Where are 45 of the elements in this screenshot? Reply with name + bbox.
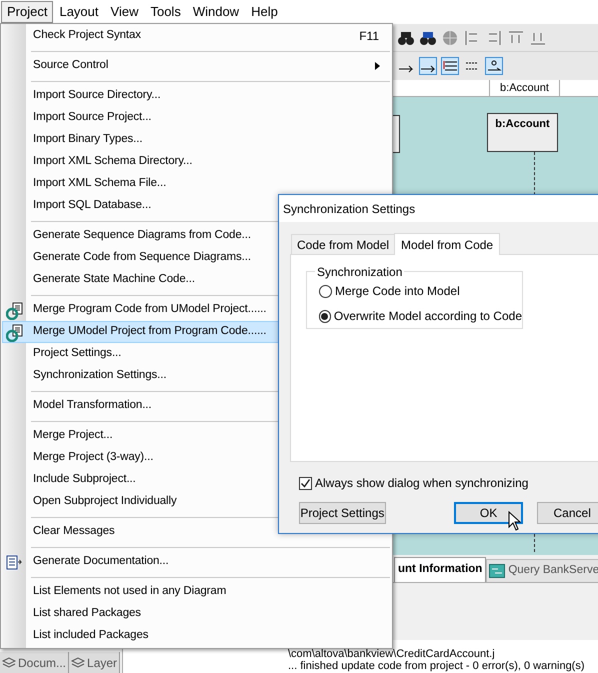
menu-bar-item[interactable]: Project (1, 1, 54, 23)
submenu-arrow-icon (375, 62, 380, 70)
merge-icon (6, 302, 24, 320)
menu-item[interactable]: Generate Documentation... (2, 551, 391, 573)
menu-item[interactable]: Import Source Project... (2, 107, 391, 129)
menu-bar-item[interactable]: Layout (53, 1, 105, 23)
document-icon (6, 555, 24, 571)
layers-icon (71, 656, 86, 670)
menu-item[interactable]: Import XML Schema Directory... (2, 151, 391, 173)
menu-bar-item[interactable]: Window (186, 1, 246, 23)
radio-button[interactable] (319, 284, 332, 298)
menu-item[interactable]: Import XML Schema File... (2, 173, 391, 195)
mouse-cursor-icon (508, 511, 521, 531)
menu-item[interactable]: List included Packages (2, 625, 391, 647)
radio-label: Merge Code into Model (335, 283, 460, 300)
menu-item[interactable]: Import Binary Types... (2, 129, 391, 151)
dialog-title: Synchronization Settings (279, 195, 598, 222)
layers-icon (2, 656, 16, 670)
checkbox[interactable] (299, 476, 312, 490)
document-tab[interactable]: unt Information (394, 557, 486, 582)
lifeline-box[interactable]: b:Account (487, 113, 558, 152)
dialog-button[interactable]: OK (454, 502, 524, 524)
menu-bar-item[interactable]: Tools (144, 1, 187, 23)
menu-bar-item[interactable]: View (104, 1, 144, 23)
message-line: ... finished update code from project - 0 error(s), 0 warning(s) (288, 660, 585, 672)
panel-tab[interactable]: Layer (69, 652, 120, 673)
panel-tab[interactable]: Docum... (0, 652, 70, 673)
arrows-icon[interactable] (441, 57, 459, 75)
menu-item[interactable]: List Elements not used in any Diagram (2, 581, 391, 603)
lifeline-header: b:Account (490, 80, 560, 96)
menu-item[interactable]: Source Control (2, 55, 391, 77)
dialog-tab[interactable]: Model from Code (394, 233, 500, 255)
dialog-button[interactable]: Cancel (537, 502, 598, 524)
diagram-icon (489, 564, 506, 578)
checkbox-label: Always show dialog when synchronizing (315, 475, 528, 492)
menu-bar-item[interactable]: Help (245, 1, 284, 23)
merge-icon (6, 324, 24, 342)
dialog-button[interactable]: Project Settings (299, 502, 386, 524)
menu-item[interactable]: Import Source Directory... (2, 85, 391, 107)
radio-button[interactable] (319, 310, 331, 322)
menu-item[interactable]: Check Project Syntax F11 (2, 25, 391, 47)
function-icon[interactable] (485, 57, 503, 75)
menu-item[interactable]: List shared Packages (2, 603, 391, 625)
dialog-tab[interactable]: Code from Model (291, 234, 394, 254)
message-line: \com\altova\bankview\CreditCardAccount.j (288, 648, 495, 660)
